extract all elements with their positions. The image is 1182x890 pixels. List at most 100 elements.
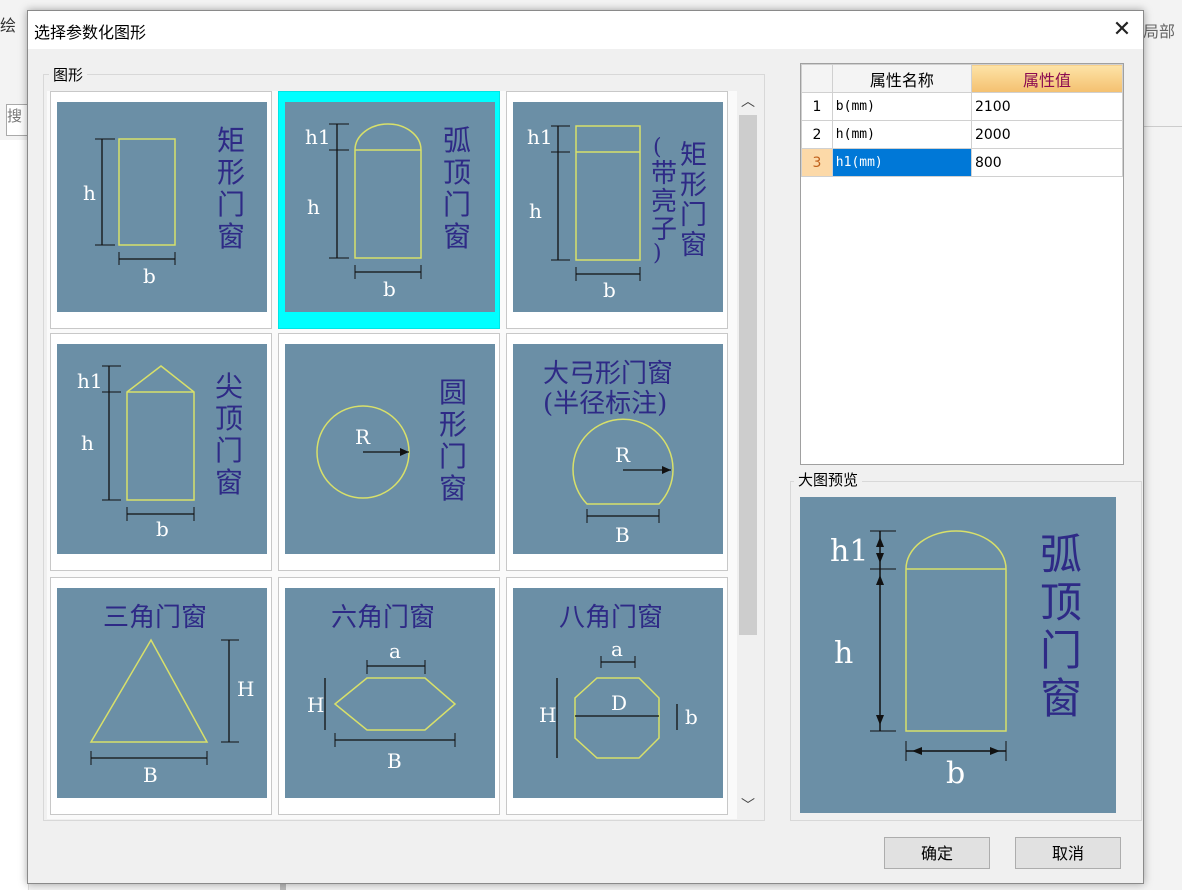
svg-text:门: 门	[443, 188, 471, 221]
svg-text:形: 形	[680, 170, 707, 201]
svg-text:带: 带	[651, 159, 677, 189]
header-property-value: 属性值	[970, 64, 1124, 93]
shape-tile-hexagon[interactable]: a H B 六角门窗	[278, 577, 500, 815]
circle-window-diagram: R 圆 形 门 窗	[285, 344, 495, 554]
row-index: 1	[801, 92, 833, 121]
svg-text:窗: 窗	[217, 220, 245, 253]
svg-text:窗: 窗	[215, 466, 243, 499]
app-sidebar	[0, 140, 29, 890]
shape-gallery: h b 矩 形 门 窗 h1 h b 弧 顶 门 窗 h1 h b 矩 形 门 …	[47, 91, 737, 819]
svg-text:h1: h1	[527, 125, 553, 149]
property-value-cell[interactable]: 2000	[970, 120, 1124, 149]
large-preview-image: h1 h b 弧 顶 门 窗	[800, 497, 1116, 813]
dialog-titlebar: 选择参数化图形 ✕	[28, 11, 1143, 49]
shape-tile-rect-transom[interactable]: h1 h b 矩 形 门 窗 ( 带 亮 子 )	[506, 91, 728, 329]
svg-text:h: h	[81, 431, 94, 455]
svg-text:R: R	[355, 425, 371, 449]
svg-text:门: 门	[439, 440, 467, 473]
svg-text:b: b	[603, 278, 616, 302]
shape-tile-triangle[interactable]: H B 三角门窗	[50, 577, 272, 815]
svg-text:H: H	[237, 677, 254, 701]
svg-text:窗: 窗	[439, 472, 467, 505]
svg-text:b: b	[685, 705, 698, 729]
svg-text:(: (	[653, 135, 662, 160]
shapes-group-label: 图形	[49, 64, 88, 85]
property-grid: 属性名称 属性值 1 b(mm) 2100 2 h(mm) 2000 3 h1(…	[800, 63, 1124, 465]
grid-corner	[801, 64, 833, 93]
shape-tile-segment-arch[interactable]: R B 大弓形门窗 (半径标注)	[506, 333, 728, 571]
svg-text:窗: 窗	[443, 220, 471, 253]
svg-text:h: h	[529, 199, 542, 223]
select-parametric-shape-dialog: 选择参数化图形 ✕ 图形 h b 矩 形 门 窗 h1 h b 弧 顶 门 窗 …	[27, 10, 1144, 884]
pointed-window-diagram: h1 h b 尖 顶 门 窗	[57, 344, 267, 554]
svg-text:矩: 矩	[680, 140, 707, 171]
app-title-fragment: 绘	[0, 16, 17, 35]
svg-text:H: H	[307, 693, 324, 717]
svg-text:形: 形	[439, 408, 467, 441]
dialog-title: 选择参数化图形	[34, 23, 147, 42]
property-name-cell[interactable]: h(mm)	[831, 120, 972, 149]
row-index: 3	[801, 148, 833, 177]
svg-text:h: h	[834, 636, 853, 671]
chevron-up-icon[interactable]: ︿	[737, 91, 759, 113]
svg-text:R: R	[615, 443, 631, 467]
svg-text:B: B	[615, 523, 630, 547]
svg-text:三角门窗: 三角门窗	[103, 603, 207, 633]
svg-text:矩: 矩	[217, 124, 245, 157]
svg-text:六角门窗: 六角门窗	[331, 603, 435, 633]
svg-text:h: h	[83, 181, 96, 205]
svg-text:h1: h1	[305, 125, 331, 149]
scroll-thumb[interactable]	[739, 115, 757, 635]
header-property-name: 属性名称	[831, 64, 972, 93]
svg-text:h: h	[307, 195, 320, 219]
property-value-cell[interactable]: 2100	[970, 92, 1124, 121]
svg-text:b: b	[143, 264, 156, 288]
table-row[interactable]: 1 b(mm) 2100	[801, 92, 1124, 121]
svg-text:b: b	[156, 517, 169, 541]
svg-text:门: 门	[215, 434, 243, 467]
close-icon[interactable]: ✕	[1104, 13, 1140, 47]
shape-tile-octagon[interactable]: a D H b 八角门窗	[506, 577, 728, 815]
gallery-scrollbar[interactable]: ︿ ﹀	[737, 91, 759, 819]
svg-text:(半径标注): (半径标注)	[543, 389, 667, 419]
svg-text:D: D	[611, 691, 627, 715]
cancel-button[interactable]: 取消	[1015, 837, 1121, 869]
svg-text:门: 门	[680, 200, 707, 231]
octagon-window-diagram: a D H b 八角门窗	[513, 588, 723, 798]
svg-text:h1: h1	[830, 534, 868, 569]
shape-tile-pointed[interactable]: h1 h b 尖 顶 门 窗	[50, 333, 272, 571]
hexagon-window-diagram: a H B 六角门窗	[285, 588, 495, 798]
svg-text:八角门窗: 八角门窗	[559, 603, 663, 633]
shape-tile-rect[interactable]: h b 矩 形 门 窗	[50, 91, 272, 329]
svg-text:门: 门	[1040, 626, 1082, 675]
svg-text:亮: 亮	[651, 187, 677, 217]
svg-text:a: a	[611, 637, 623, 661]
svg-text:窗: 窗	[1040, 674, 1082, 723]
svg-text:顶: 顶	[215, 402, 243, 435]
property-name-cell[interactable]: h1(mm)	[831, 148, 972, 177]
segment-arch-window-diagram: R B 大弓形门窗 (半径标注)	[513, 344, 723, 554]
svg-text:h1: h1	[77, 369, 103, 393]
property-name-cell[interactable]: b(mm)	[831, 92, 972, 121]
svg-text:窗: 窗	[680, 230, 707, 261]
svg-text:顶: 顶	[443, 156, 471, 189]
table-row[interactable]: 2 h(mm) 2000	[801, 120, 1124, 149]
arch-window-diagram: h1 h b 弧 顶 门 窗	[285, 102, 495, 312]
svg-text:H: H	[539, 703, 556, 727]
chevron-down-icon[interactable]: ﹀	[737, 795, 759, 817]
rect-transom-window-diagram: h1 h b 矩 形 门 窗 ( 带 亮 子 )	[513, 102, 723, 312]
svg-text:门: 门	[217, 188, 245, 221]
svg-text:圆: 圆	[439, 376, 467, 409]
divider	[1143, 126, 1182, 127]
table-row[interactable]: 3 h1(mm) 800	[801, 148, 1124, 177]
svg-text:B: B	[143, 763, 158, 787]
ok-button[interactable]: 确定	[884, 837, 990, 869]
svg-text:弧: 弧	[1040, 530, 1082, 579]
shape-tile-arch[interactable]: h1 h b 弧 顶 门 窗	[278, 91, 500, 329]
shape-tile-circle[interactable]: R 圆 形 门 窗	[278, 333, 500, 571]
triangle-window-diagram: H B 三角门窗	[57, 588, 267, 798]
property-value-cell[interactable]: 800	[970, 148, 1124, 177]
svg-text:形: 形	[217, 156, 245, 189]
row-index: 2	[801, 120, 833, 149]
svg-text:尖: 尖	[215, 370, 243, 403]
